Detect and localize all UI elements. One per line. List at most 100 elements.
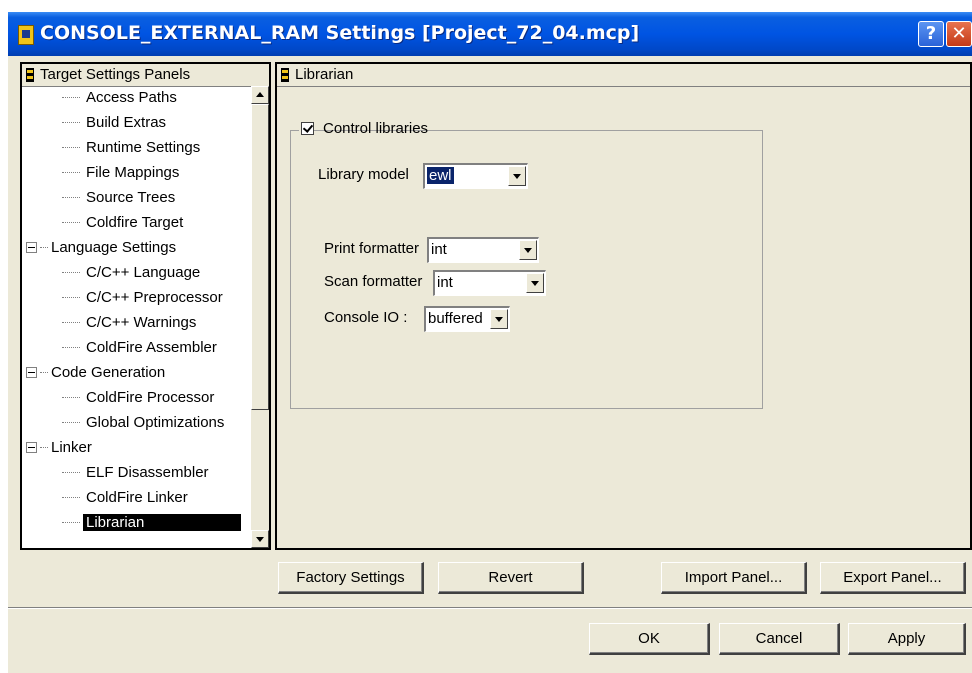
panel-icon xyxy=(26,68,34,82)
library-model-select[interactable]: ewl xyxy=(423,163,528,189)
panels-header: Target Settings Panels xyxy=(22,64,269,87)
control-libraries-label: Control libraries xyxy=(323,120,429,137)
tree-item-coldfire-target[interactable]: Coldfire Target xyxy=(22,211,251,236)
close-button[interactable]: ✕ xyxy=(946,21,972,47)
tree-item-label: Source Trees xyxy=(86,189,176,206)
tree-item-coldfire-linker[interactable]: ColdFire Linker xyxy=(22,486,251,511)
scan-formatter-select[interactable]: int xyxy=(433,270,546,296)
console-io-label: Console IO : xyxy=(324,309,408,326)
scroll-thumb[interactable] xyxy=(251,104,269,410)
factory-settings-button[interactable]: Factory Settings xyxy=(278,562,424,594)
tree-connector xyxy=(62,97,80,98)
tree-scrollbar[interactable] xyxy=(251,86,269,548)
tree-group-code-generation[interactable]: Code Generation xyxy=(22,361,251,386)
panel-header: Librarian xyxy=(277,64,970,87)
tree-connector xyxy=(40,447,48,448)
tree-item-label: Librarian xyxy=(83,514,241,531)
window-title: CONSOLE_EXTERNAL_RAM Settings [Project_7… xyxy=(40,22,640,44)
arrow-down-icon xyxy=(256,537,264,542)
tree-connector xyxy=(62,472,80,473)
tree-item-label: C/C++ Warnings xyxy=(86,314,197,331)
tree-connector xyxy=(62,172,80,173)
import-panel-button[interactable]: Import Panel... xyxy=(661,562,807,594)
divider xyxy=(8,607,972,609)
tree-item-label: ColdFire Linker xyxy=(86,489,188,506)
tree-item-build-extras[interactable]: Build Extras xyxy=(22,111,251,136)
collapse-icon[interactable] xyxy=(26,367,37,378)
help-button[interactable]: ? xyxy=(918,21,944,47)
tree-item-c-cpp-language[interactable]: C/C++ Language xyxy=(22,261,251,286)
cancel-button[interactable]: Cancel xyxy=(719,623,840,655)
app-icon xyxy=(18,25,34,45)
tree-item-label: ColdFire Assembler xyxy=(86,339,217,356)
checkbox-checked-icon[interactable] xyxy=(301,122,314,135)
chevron-down-icon[interactable] xyxy=(526,273,544,293)
tree-item-coldfire-assembler[interactable]: ColdFire Assembler xyxy=(22,336,251,361)
settings-tree[interactable]: Access Paths Build Extras Runtime Settin… xyxy=(22,86,251,548)
library-model-label: Library model xyxy=(318,166,409,183)
tree-item-label: C/C++ Preprocessor xyxy=(86,289,223,306)
tree-item-runtime-settings[interactable]: Runtime Settings xyxy=(22,136,251,161)
tree-item-label: ELF Disassembler xyxy=(86,464,209,481)
tree-item-label: Language Settings xyxy=(51,239,177,256)
console-io-value: buffered xyxy=(428,310,483,327)
print-formatter-value: int xyxy=(431,241,447,258)
collapse-icon[interactable] xyxy=(26,242,37,253)
tree-item-label: C/C++ Language xyxy=(86,264,201,281)
target-settings-panels: Target Settings Panels Access Paths Buil… xyxy=(20,62,271,550)
tree-group-linker[interactable]: Linker xyxy=(22,436,251,461)
tree-connector xyxy=(40,372,48,373)
export-panel-button[interactable]: Export Panel... xyxy=(820,562,966,594)
revert-button[interactable]: Revert xyxy=(438,562,584,594)
ok-button[interactable]: OK xyxy=(589,623,710,655)
tree-connector xyxy=(62,422,80,423)
collapse-icon[interactable] xyxy=(26,442,37,453)
tree-item-label: Access Paths xyxy=(86,89,177,106)
tree-connector xyxy=(62,272,80,273)
scan-formatter-label: Scan formatter xyxy=(324,273,423,290)
tree-item-c-cpp-preprocessor[interactable]: C/C++ Preprocessor xyxy=(22,286,251,311)
console-io-select[interactable]: buffered xyxy=(424,306,510,332)
control-libraries-checkbox[interactable]: Control libraries xyxy=(299,119,428,141)
title-bar[interactable]: CONSOLE_EXTERNAL_RAM Settings [Project_7… xyxy=(8,12,972,56)
chevron-down-icon[interactable] xyxy=(490,309,508,329)
tree-connector xyxy=(62,122,80,123)
tree-item-file-mappings[interactable]: File Mappings xyxy=(22,161,251,186)
tree-item-label: ColdFire Processor xyxy=(86,389,215,406)
tree-connector xyxy=(40,247,48,248)
tree-connector xyxy=(62,397,80,398)
tree-item-label: Linker xyxy=(51,439,92,456)
tree-item-access-paths[interactable]: Access Paths xyxy=(22,86,251,111)
settings-dialog: CONSOLE_EXTERNAL_RAM Settings [Project_7… xyxy=(8,12,972,673)
tree-item-c-cpp-warnings[interactable]: C/C++ Warnings xyxy=(22,311,251,336)
tree-item-librarian[interactable]: Librarian xyxy=(22,511,251,536)
tree-item-label: Coldfire Target xyxy=(86,214,184,231)
scroll-up-button[interactable] xyxy=(251,86,269,104)
tree-item-coldfire-processor[interactable]: ColdFire Processor xyxy=(22,386,251,411)
chevron-down-icon[interactable] xyxy=(508,166,526,186)
panel-icon xyxy=(281,68,289,82)
tree-connector xyxy=(62,222,80,223)
apply-button[interactable]: Apply xyxy=(848,623,966,655)
scan-formatter-value: int xyxy=(437,274,453,291)
arrow-up-icon xyxy=(256,92,264,97)
tree-item-label: Runtime Settings xyxy=(86,139,201,156)
tree-connector xyxy=(62,522,80,523)
tree-connector xyxy=(62,347,80,348)
tree-item-label: File Mappings xyxy=(86,164,180,181)
scroll-down-button[interactable] xyxy=(251,530,269,548)
chevron-down-icon[interactable] xyxy=(519,240,537,260)
tree-item-global-optimizations[interactable]: Global Optimizations xyxy=(22,411,251,436)
tree-item-label: Code Generation xyxy=(51,364,166,381)
print-formatter-label: Print formatter xyxy=(324,240,420,257)
library-model-value: ewl xyxy=(427,167,454,184)
print-formatter-select[interactable]: int xyxy=(427,237,539,263)
tree-connector xyxy=(62,322,80,323)
tree-item-elf-disassembler[interactable]: ELF Disassembler xyxy=(22,461,251,486)
tree-connector xyxy=(62,297,80,298)
tree-item-label: Build Extras xyxy=(86,114,167,131)
tree-group-language-settings[interactable]: Language Settings xyxy=(22,236,251,261)
tree-item-source-trees[interactable]: Source Trees xyxy=(22,186,251,211)
librarian-panel: Librarian Control libraries Library mode… xyxy=(275,62,972,550)
tree-connector xyxy=(62,197,80,198)
